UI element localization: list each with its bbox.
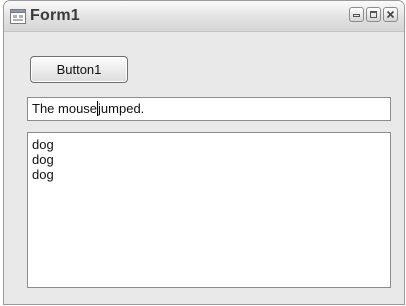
minimize-icon [353,14,360,17]
window-title: Form1 [30,7,80,24]
list-item[interactable]: dog [32,137,390,152]
close-icon [386,10,395,19]
text-input[interactable]: The mousejumped. [27,97,391,121]
maximize-icon [370,11,377,18]
title-bar[interactable]: Form1 [4,1,404,32]
list-item[interactable]: dog [32,152,390,167]
form-app-icon [10,9,26,24]
maximize-button[interactable] [366,7,381,22]
minimize-button[interactable] [349,7,364,22]
form-client-area: Button1 The mousejumped. dog dog dog [4,32,404,304]
close-button[interactable] [383,7,398,22]
list-item[interactable]: dog [32,167,390,182]
form1-window: Form1 Button1 The mousejumped. dog dog d… [3,0,405,305]
list-box[interactable]: dog dog dog [27,132,391,288]
text-before-caret: The mouse [32,101,98,116]
text-after-caret: jumped. [98,101,145,116]
button1[interactable]: Button1 [30,56,128,83]
